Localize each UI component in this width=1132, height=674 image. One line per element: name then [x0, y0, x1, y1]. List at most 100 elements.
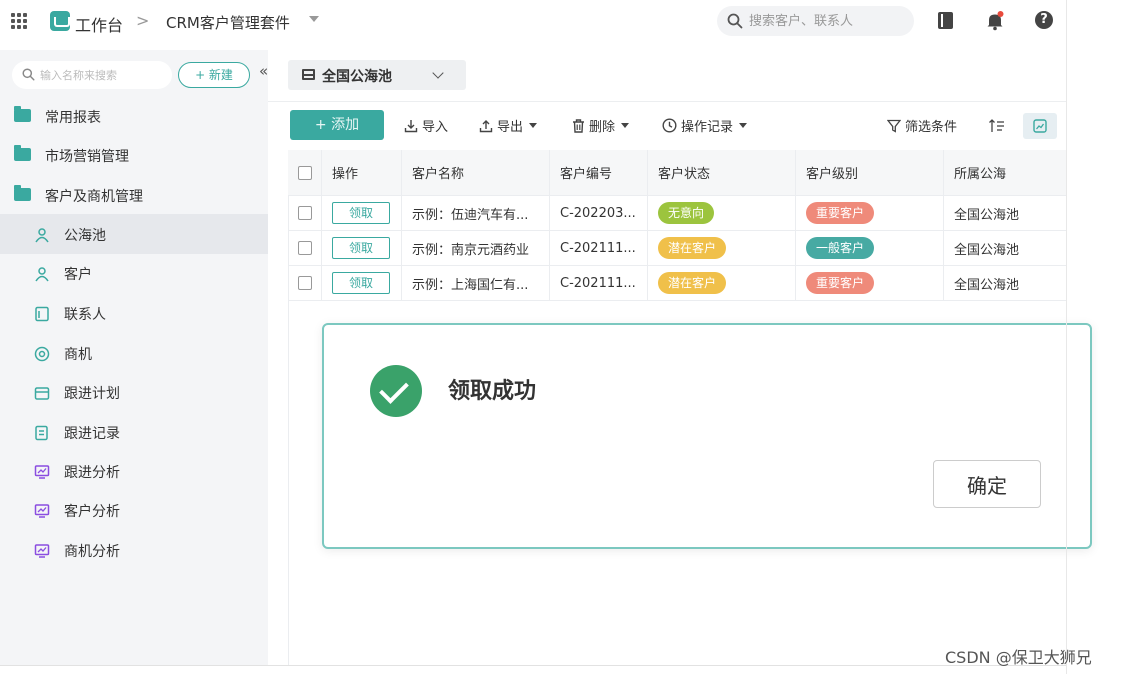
- sidebar-item-label: 商机分析: [64, 544, 120, 560]
- table-header-row: 操作 客户名称 客户编号 客户状态 客户级别 所属公海: [288, 150, 1066, 196]
- pool-cell: 全国公海池: [954, 207, 1020, 223]
- sidebar-item-opportunity[interactable]: 商机: [0, 333, 268, 373]
- monitor-chart-icon: [34, 544, 50, 558]
- monitor-chart-icon: [34, 504, 50, 518]
- sidebar-item-opportunity-analysis[interactable]: 商机分析: [0, 530, 268, 570]
- claim-button[interactable]: 领取: [332, 202, 390, 224]
- success-dialog: 领取成功 确定: [322, 323, 1092, 549]
- book-icon[interactable]: [938, 12, 953, 29]
- new-button[interactable]: + 新建: [178, 62, 250, 88]
- customer-code-cell: C-202203...: [550, 196, 648, 230]
- workbench-link[interactable]: 工作台: [75, 12, 123, 36]
- level-badge: 一般客户: [806, 237, 875, 259]
- table-row[interactable]: 领取 示例：上海国仁有... C-202111... 潜在客户 重要客户 全国公…: [288, 266, 1066, 301]
- filter-icon: [887, 119, 901, 133]
- row-checkbox-cell: [288, 231, 322, 265]
- global-search[interactable]: [717, 6, 914, 36]
- user-pool-icon: [35, 228, 49, 243]
- header-cell[interactable]: 客户编号: [550, 150, 648, 195]
- sidebar-item-customer[interactable]: 客户: [0, 253, 268, 293]
- sort-icon[interactable]: [989, 119, 1005, 133]
- level-badge: 重要客户: [806, 272, 875, 294]
- status-cell: 潜在客户: [648, 231, 796, 265]
- sidebar-group-label: 客户及商机管理: [45, 189, 143, 205]
- claim-button[interactable]: 领取: [332, 272, 390, 294]
- collapse-sidebar-icon[interactable]: «: [259, 62, 268, 80]
- import-button[interactable]: 导入: [404, 116, 448, 135]
- sidebar-item-label: 商机: [64, 347, 92, 363]
- import-label: 导入: [422, 120, 449, 135]
- chevron-down-icon[interactable]: [309, 16, 319, 22]
- user-icon: [35, 267, 49, 282]
- divider: [268, 101, 1066, 102]
- help-icon[interactable]: ?: [1035, 11, 1053, 29]
- header-cell[interactable]: 客户名称: [402, 150, 550, 195]
- claim-button[interactable]: 领取: [332, 237, 390, 259]
- row-checkbox-cell: [288, 266, 322, 300]
- export-button[interactable]: 导出: [479, 116, 538, 135]
- sidebar-group-customers[interactable]: 客户及商机管理: [0, 175, 268, 215]
- customer-name-cell[interactable]: 示例：南京元酒药业: [402, 231, 550, 265]
- contact-card-icon: [35, 306, 49, 322]
- sidebar-item-follow-record[interactable]: 跟进记录: [0, 412, 268, 452]
- sidebar-search[interactable]: [12, 61, 172, 89]
- sidebar-group-marketing[interactable]: 市场营销管理: [0, 135, 268, 175]
- header-cell[interactable]: 客户状态: [648, 150, 796, 195]
- row-checkbox-cell: [288, 196, 322, 230]
- row-checkbox[interactable]: [297, 276, 312, 290]
- action-cell: 领取: [322, 266, 402, 300]
- sidebar-group-reports[interactable]: 常用报表: [0, 96, 268, 136]
- view-selector[interactable]: 全国公海池: [288, 60, 466, 90]
- sidebar-item-public-pool[interactable]: 公海池: [0, 214, 268, 254]
- sidebar-group-label: 市场营销管理: [45, 149, 129, 165]
- app-grid-icon[interactable]: [11, 13, 27, 29]
- action-cell: 领取: [322, 231, 402, 265]
- sidebar-item-follow-plan[interactable]: 跟进计划: [0, 372, 268, 412]
- filter-button[interactable]: 筛选条件: [887, 116, 957, 135]
- action-cell: 领取: [322, 196, 402, 230]
- sidebar-item-follow-analysis[interactable]: 跟进分析: [0, 451, 268, 491]
- dialog-title: 领取成功: [448, 379, 537, 404]
- select-all-checkbox[interactable]: [297, 165, 312, 180]
- add-button[interactable]: + 添加: [290, 110, 384, 140]
- caret-down-icon: [621, 123, 630, 128]
- status-cell: 潜在客户: [648, 266, 796, 300]
- bell-icon[interactable]: [986, 11, 1004, 31]
- customer-name-cell[interactable]: 示例：伍迪汽车有...: [402, 196, 550, 230]
- sidebar-search-input[interactable]: [40, 67, 165, 83]
- toolbar: + 添加 导入 导出 删除 操作记录 筛选条件: [268, 110, 1066, 142]
- view-mode-button[interactable]: [1023, 113, 1057, 139]
- sidebar-item-contacts[interactable]: 联系人: [0, 293, 268, 333]
- header-checkbox-cell: [288, 150, 322, 195]
- table-row[interactable]: 领取 示例：南京元酒药业 C-202111... 潜在客户 一般客户 全国公海池: [288, 231, 1066, 266]
- sidebar-item-label: 客户: [64, 267, 92, 283]
- confirm-button[interactable]: 确定: [933, 460, 1041, 508]
- header-cell[interactable]: 所属公海: [944, 150, 1066, 195]
- filter-label: 筛选条件: [905, 120, 958, 135]
- row-checkbox[interactable]: [297, 241, 312, 255]
- level-badge: 重要客户: [806, 202, 875, 224]
- level-cell: 重要客户: [796, 196, 944, 230]
- folder-open-icon: [14, 185, 31, 201]
- breadcrumb-separator: >: [136, 11, 150, 30]
- history-button[interactable]: 操作记录: [662, 116, 748, 135]
- pool-cell: 全国公海池: [954, 242, 1020, 258]
- row-checkbox[interactable]: [297, 206, 312, 220]
- header-cell[interactable]: 客户级别: [796, 150, 944, 195]
- table-row[interactable]: 领取 示例：伍迪汽车有... C-202203... 无意向 重要客户 全国公海…: [288, 196, 1066, 231]
- sidebar-item-label: 跟进分析: [64, 465, 120, 481]
- trash-icon: [573, 118, 584, 133]
- chevron-down-icon: [432, 67, 444, 79]
- record-icon: [35, 425, 48, 441]
- header-cell: 操作: [322, 150, 402, 195]
- delete-button[interactable]: 删除: [572, 116, 630, 135]
- opportunity-icon: [34, 346, 50, 362]
- sidebar-item-customer-analysis[interactable]: 客户分析: [0, 490, 268, 530]
- status-cell: 无意向: [648, 196, 796, 230]
- customer-name-cell[interactable]: 示例：上海国仁有...: [402, 266, 550, 300]
- view-name: 全国公海池: [322, 69, 392, 85]
- suite-name[interactable]: CRM客户管理套件: [166, 12, 290, 33]
- status-badge: 潜在客户: [658, 237, 727, 259]
- global-search-input[interactable]: [749, 12, 904, 30]
- sidebar-item-label: 公海池: [64, 228, 106, 244]
